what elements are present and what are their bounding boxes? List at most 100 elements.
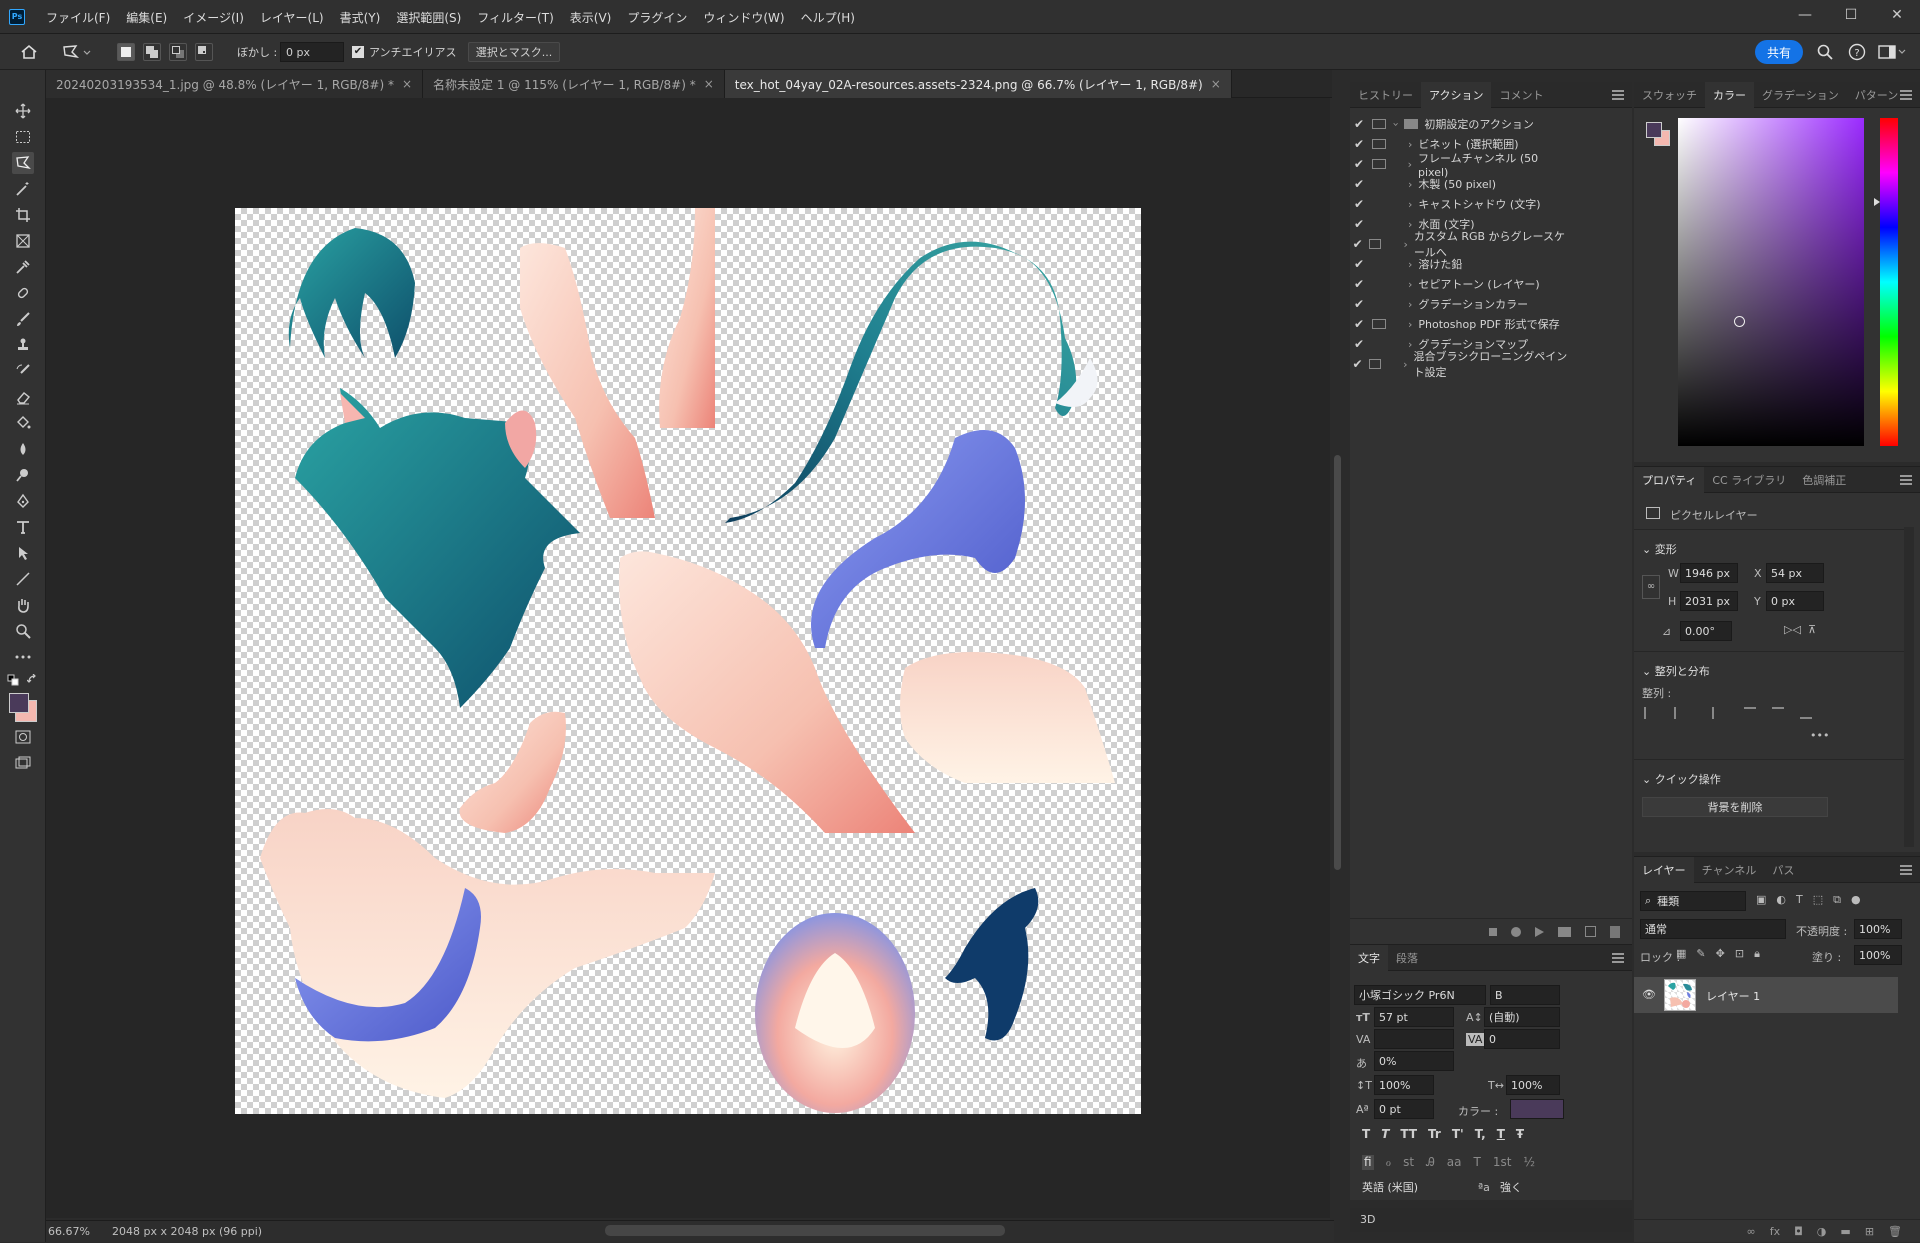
chevron-right-icon[interactable]: ›: [1408, 298, 1412, 311]
check-icon[interactable]: ✔: [1350, 357, 1365, 371]
menu-view[interactable]: 表示(V): [562, 9, 620, 26]
tab-paragraph[interactable]: 段落: [1388, 945, 1426, 971]
ordinals-button[interactable]: 1st: [1493, 1155, 1512, 1170]
check-icon[interactable]: ✔: [1350, 117, 1368, 131]
stop-icon[interactable]: [1489, 927, 1497, 936]
menu-select[interactable]: 選択範囲(S): [388, 9, 469, 26]
x-input[interactable]: 54 px: [1766, 563, 1824, 583]
add-to-selection-button[interactable]: [143, 43, 161, 61]
swash-button[interactable]: Ꭿ: [1426, 1155, 1435, 1170]
move-tool-icon[interactable]: [12, 100, 34, 122]
font-family-select[interactable]: 小塚ゴシック Pr6N: [1354, 985, 1486, 1005]
tracking-input[interactable]: 0: [1484, 1029, 1560, 1049]
color-picker-ring[interactable]: [1734, 316, 1745, 327]
tab-swatches[interactable]: スウォッチ: [1634, 82, 1705, 108]
filter-adjustment-icon[interactable]: ◐: [1776, 893, 1786, 907]
align-top-icon[interactable]: [1744, 707, 1756, 719]
search-icon[interactable]: [1816, 43, 1834, 61]
superscript-button[interactable]: T': [1452, 1127, 1464, 1141]
subtract-from-selection-button[interactable]: [169, 43, 187, 61]
action-item[interactable]: ✔ › フレームチャンネル (50 pixel): [1350, 152, 1570, 179]
dialog-toggle-icon[interactable]: [1372, 219, 1386, 229]
play-icon[interactable]: [1535, 926, 1544, 937]
chevron-right-icon[interactable]: ›: [1408, 178, 1412, 191]
lasso-tool-icon[interactable]: [12, 152, 34, 174]
foreground-color-swatch[interactable]: [9, 693, 29, 713]
share-button[interactable]: 共有: [1755, 40, 1803, 64]
menu-file[interactable]: ファイル(F): [38, 9, 118, 26]
language-select[interactable]: 英語 (米国): [1358, 1177, 1470, 1197]
remove-background-button[interactable]: 背景を削除: [1642, 797, 1828, 817]
check-icon[interactable]: ✔: [1350, 277, 1368, 291]
brush-tool-icon[interactable]: [12, 308, 34, 330]
menu-plugins[interactable]: プラグイン: [619, 9, 695, 26]
color-field[interactable]: [1678, 118, 1864, 446]
properties-scrollbar[interactable]: [1904, 527, 1914, 847]
check-icon[interactable]: ✔: [1350, 137, 1368, 151]
lock-artboard-icon[interactable]: ⊡: [1735, 947, 1744, 961]
chevron-right-icon[interactable]: ›: [1408, 278, 1412, 291]
close-tab-icon[interactable]: ×: [402, 77, 412, 91]
new-selection-button[interactable]: [117, 43, 135, 61]
tab-actions[interactable]: アクション: [1421, 81, 1492, 108]
flip-vertical-icon[interactable]: ⊼: [1808, 623, 1816, 636]
close-tab-icon[interactable]: ×: [1211, 77, 1221, 91]
action-item[interactable]: ✔ › キャストシャドウ (文字): [1350, 194, 1570, 214]
line-tool-icon[interactable]: [12, 568, 34, 590]
tab-character[interactable]: 文字: [1350, 944, 1388, 971]
dialog-toggle-icon[interactable]: [1372, 119, 1386, 129]
hue-slider[interactable]: [1880, 118, 1898, 446]
crop-tool-icon[interactable]: [12, 204, 34, 226]
align-bottom-icon[interactable]: [1800, 707, 1812, 719]
contextual-alternates-button[interactable]: T: [1473, 1155, 1480, 1170]
path-selection-tool-icon[interactable]: [12, 542, 34, 564]
subscript-button[interactable]: T,: [1475, 1127, 1486, 1141]
menu-filter[interactable]: フィルター(T): [469, 9, 561, 26]
feather-input[interactable]: 0 px: [280, 42, 344, 62]
lock-transparency-icon[interactable]: ▦: [1676, 947, 1686, 961]
intersect-selection-button[interactable]: [195, 43, 213, 61]
link-icon[interactable]: ∞: [1642, 575, 1660, 599]
vertical-scroll-thumb[interactable]: [1334, 455, 1341, 870]
action-set[interactable]: ✔ › 初期設定のアクション: [1350, 114, 1570, 134]
check-icon[interactable]: ✔: [1350, 317, 1368, 331]
tab-comments[interactable]: コメント: [1491, 82, 1551, 108]
eraser-tool-icon[interactable]: [12, 386, 34, 408]
layer-name[interactable]: レイヤー 1: [1706, 988, 1760, 1004]
action-item[interactable]: ✔ › 木製 (50 pixel): [1350, 174, 1570, 194]
screen-mode-icon[interactable]: [12, 752, 34, 774]
frame-tool-icon[interactable]: [12, 230, 34, 252]
trash-icon[interactable]: [1610, 925, 1620, 938]
check-icon[interactable]: ✔: [1350, 337, 1368, 351]
check-icon[interactable]: ✔: [1350, 157, 1368, 171]
font-size-input[interactable]: 57 pt: [1374, 1007, 1454, 1027]
fill-input[interactable]: 100%: [1854, 945, 1902, 965]
chevron-right-icon[interactable]: ›: [1408, 218, 1412, 231]
home-icon[interactable]: [20, 42, 38, 62]
tab-cc-libraries[interactable]: CC ライブラリ: [1704, 467, 1794, 493]
horizontal-scale-input[interactable]: 100%: [1506, 1075, 1560, 1095]
discretionary-ligatures-button[interactable]: ℴ: [1386, 1155, 1392, 1170]
select-and-mask-button[interactable]: 選択とマスク...: [468, 42, 560, 62]
marquee-tool-icon[interactable]: [12, 126, 34, 148]
kerning-input[interactable]: [1374, 1029, 1454, 1049]
angle-input[interactable]: 0.00°: [1680, 621, 1732, 641]
add-mask-icon[interactable]: ◘: [1794, 1225, 1803, 1238]
tab-adjustments[interactable]: 色調補正: [1794, 467, 1854, 493]
fractions-button[interactable]: ½: [1523, 1155, 1535, 1170]
chevron-right-icon[interactable]: ›: [1408, 198, 1412, 211]
font-style-select[interactable]: B: [1490, 985, 1560, 1005]
help-icon[interactable]: ?: [1848, 43, 1866, 61]
dialog-toggle-icon[interactable]: [1369, 359, 1382, 369]
y-input[interactable]: 0 px: [1766, 591, 1824, 611]
minimize-button[interactable]: —: [1782, 0, 1828, 30]
maximize-button[interactable]: ☐: [1828, 0, 1874, 30]
panel-menu-icon[interactable]: [1900, 865, 1912, 875]
transform-section-header[interactable]: ⌄ 変形: [1642, 541, 1677, 557]
menu-image[interactable]: イメージ(I): [175, 9, 252, 26]
panel-menu-icon[interactable]: [1900, 90, 1912, 100]
more-tools-icon[interactable]: [12, 646, 34, 668]
small-caps-button[interactable]: Tr: [1428, 1127, 1441, 1141]
chevron-right-icon[interactable]: ›: [1403, 358, 1407, 371]
eye-icon[interactable]: 👁︎: [1642, 988, 1656, 1001]
